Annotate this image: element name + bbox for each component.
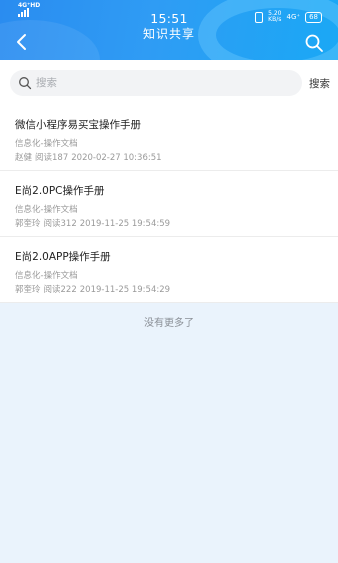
list-item[interactable]: 微信小程序易买宝操作手册 信息化-操作文档 赵健 阅读187 2020-02-27 … [0,105,338,171]
document-datetime: 2020-02-27 10:36:51 [71,153,162,163]
document-meta: 赵健 阅读187 2020-02-27 10:36:51 [15,151,165,163]
document-title: E尚2.0APP操作手册 [15,251,111,263]
document-reads: 阅读187 [35,153,69,163]
document-datetime: 2019-11-25 19:54:29 [79,285,171,295]
vibrate-icon [255,11,264,23]
list-item[interactable]: E尚2.0APP操作手册 信息化-操作文档 郭奎玲 阅读222 2019-11-25… [0,237,338,303]
search-icon [305,34,323,52]
search-bar: 搜索 [0,60,338,105]
document-category: 信息化-操作文档 [15,271,78,281]
document-author: 郭奎玲 [15,285,41,295]
document-author: 赵健 [15,153,33,163]
document-meta: 郭奎玲 阅读312 2019-11-25 19:54:59 [15,217,173,229]
document-meta: 郭奎玲 阅读222 2019-11-25 19:54:29 [15,283,173,295]
page-title: 知识共享 [142,27,195,41]
search-icon [19,77,32,90]
list-item[interactable]: E尚2.0PC操作手册 信息化-操作文档 郭奎玲 阅读312 2019-11-25 … [0,171,338,237]
network-label: 4G⁺HD [18,2,41,9]
search-submit-button[interactable]: 搜索 [309,76,330,91]
search-input[interactable] [36,73,291,93]
header-search-button[interactable] [304,33,324,53]
battery-indicator: 68 [305,11,322,23]
document-title: 微信小程序易买宝操作手册 [15,119,141,131]
status-bar: 4G⁺HD 15:51 5.20 KB/s 4G⁺ 68 [0,0,338,26]
document-reads: 阅读312 [43,219,77,229]
app-header: 4G⁺HD 15:51 5.20 KB/s 4G⁺ 68 知识共享 [0,0,338,60]
network-speed: 5.20 KB/s [268,11,281,23]
back-button[interactable] [14,33,30,51]
speed-unit: KB/s [268,16,282,23]
chevron-left-icon [17,34,26,50]
document-list: 微信小程序易买宝操作手册 信息化-操作文档 赵健 阅读187 2020-02-27 … [0,105,338,303]
net-type: 4G⁺ [286,13,301,21]
document-datetime: 2019-11-25 19:54:59 [79,219,171,229]
document-title: E尚2.0PC操作手册 [15,185,105,197]
no-more-text: 没有更多了 [144,318,194,329]
document-category: 信息化-操作文档 [15,139,78,149]
document-category: 信息化-操作文档 [15,205,78,215]
document-author: 郭奎玲 [15,219,41,229]
document-reads: 阅读222 [43,285,77,295]
search-box[interactable] [10,70,302,96]
status-right: 5.20 KB/s 4G⁺ 68 [255,11,322,23]
